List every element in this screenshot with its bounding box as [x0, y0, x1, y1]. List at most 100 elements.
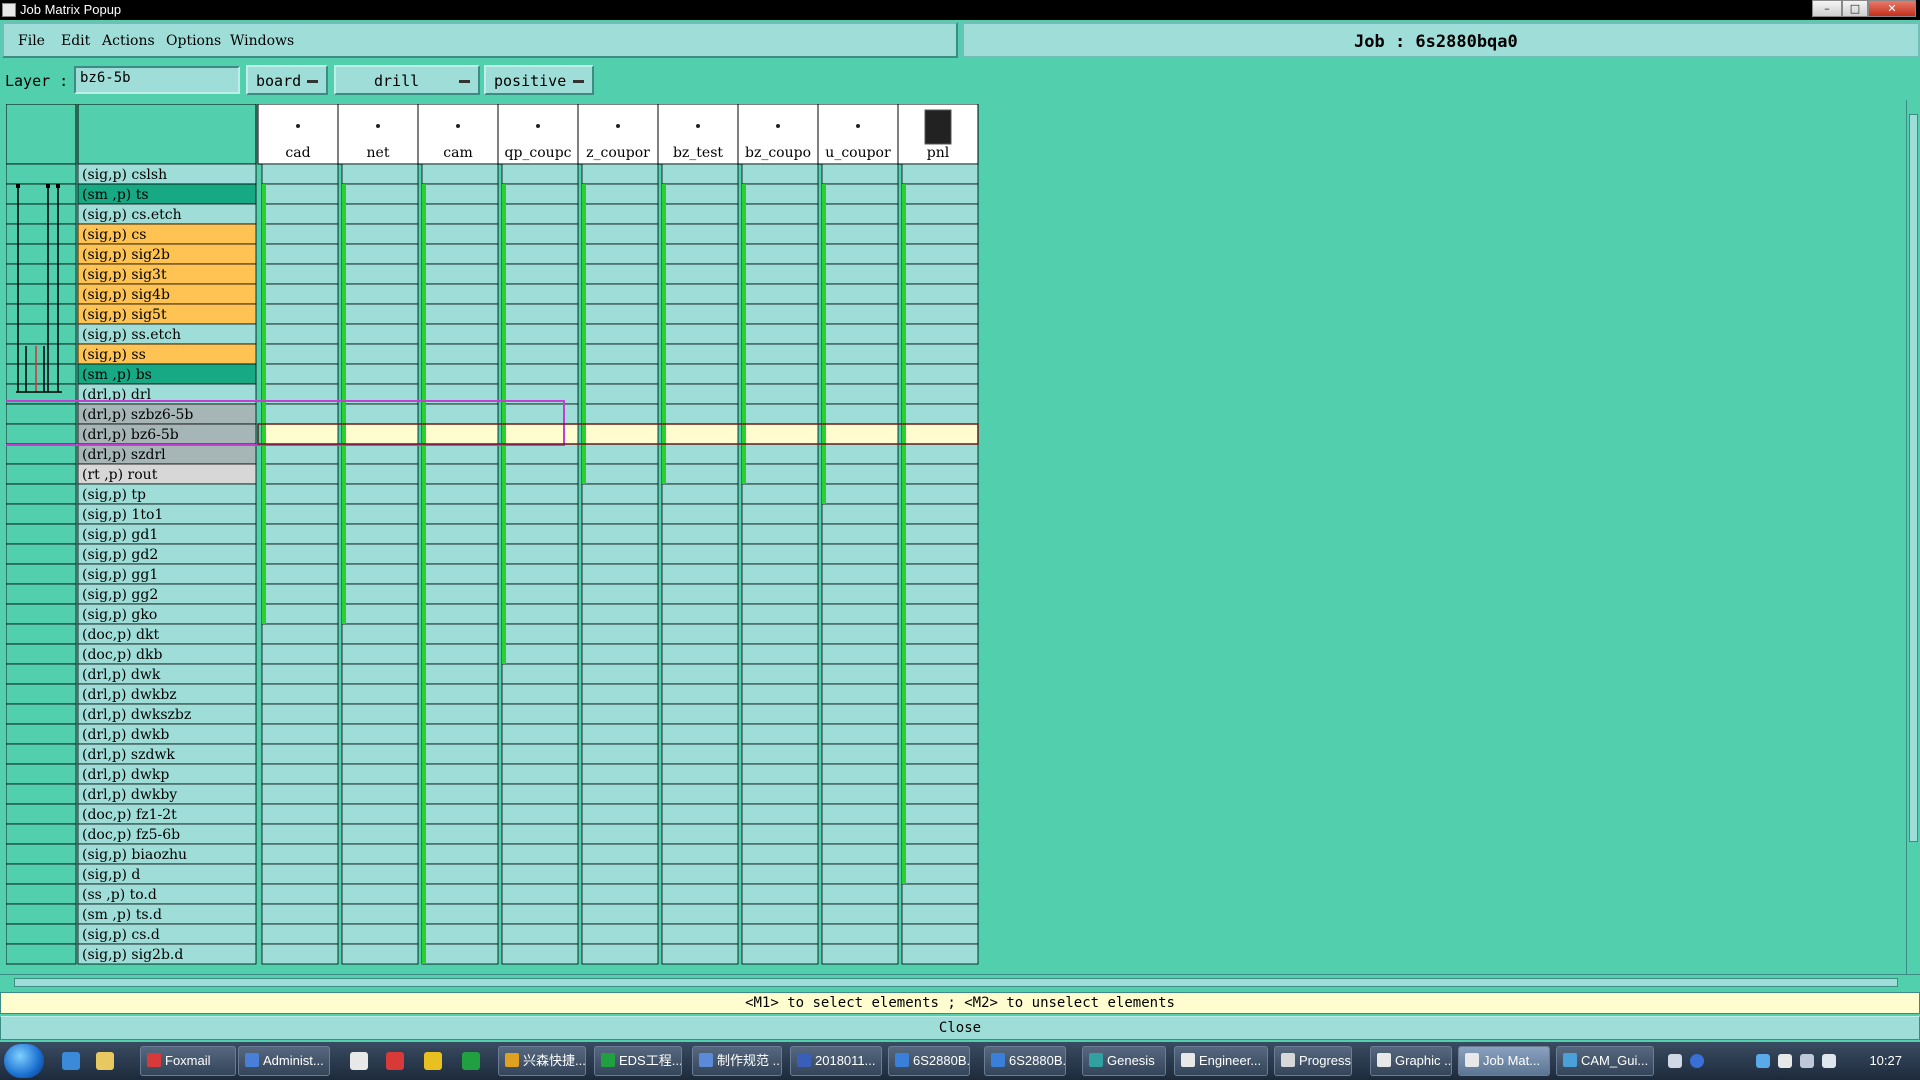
- matrix-cell[interactable]: [741, 763, 819, 785]
- matrix-cell[interactable]: [341, 363, 419, 385]
- matrix-cell[interactable]: [901, 563, 979, 585]
- matrix-cell[interactable]: [581, 523, 659, 545]
- matrix-cell[interactable]: [661, 443, 739, 465]
- matrix-cell[interactable]: [581, 783, 659, 805]
- matrix-cell[interactable]: [501, 223, 579, 245]
- scrollbar-thumb[interactable]: [1909, 114, 1918, 842]
- matrix-cell[interactable]: [901, 223, 979, 245]
- window-titlebar[interactable]: Job Matrix Popup – □ ✕: [0, 0, 1920, 20]
- matrix-cell[interactable]: [501, 363, 579, 385]
- matrix-cell[interactable]: [501, 343, 579, 365]
- matrix-cell[interactable]: [261, 543, 339, 565]
- minimize-button[interactable]: –: [1812, 0, 1842, 17]
- matrix-cell[interactable]: [741, 263, 819, 285]
- matrix-cell[interactable]: [581, 583, 659, 605]
- matrix-cell[interactable]: [421, 223, 499, 245]
- matrix-cell[interactable]: [741, 223, 819, 245]
- matrix-cell[interactable]: [501, 583, 579, 605]
- matrix-cell[interactable]: [341, 423, 419, 445]
- matrix-cell[interactable]: [741, 743, 819, 765]
- matrix-cell[interactable]: [661, 323, 739, 345]
- matrix-cell[interactable]: [821, 203, 899, 225]
- matrix-cell[interactable]: [901, 683, 979, 705]
- matrix-cell[interactable]: [901, 423, 979, 445]
- matrix-cell[interactable]: [341, 903, 419, 925]
- matrix-cell[interactable]: [341, 183, 419, 205]
- matrix-cell[interactable]: [901, 723, 979, 745]
- matrix-cell[interactable]: [741, 843, 819, 865]
- taskbar-item[interactable]: Foxmail: [140, 1046, 236, 1076]
- matrix-cell[interactable]: [821, 743, 899, 765]
- matrix-cell[interactable]: [581, 643, 659, 665]
- matrix-cell[interactable]: [421, 703, 499, 725]
- matrix-cell[interactable]: [261, 583, 339, 605]
- matrix-cell[interactable]: [741, 583, 819, 605]
- matrix-cell[interactable]: [581, 563, 659, 585]
- matrix-cell[interactable]: [261, 443, 339, 465]
- matrix-cell[interactable]: [261, 863, 339, 885]
- matrix-cell[interactable]: [421, 523, 499, 545]
- matrix-cell[interactable]: [421, 663, 499, 685]
- matrix-cell[interactable]: [581, 323, 659, 345]
- matrix-cell[interactable]: [901, 923, 979, 945]
- matrix-cell[interactable]: [261, 763, 339, 785]
- matrix-cell[interactable]: [421, 563, 499, 585]
- matrix-cell[interactable]: [821, 923, 899, 945]
- matrix-cell[interactable]: [421, 803, 499, 825]
- matrix-cell[interactable]: [741, 303, 819, 325]
- matrix-cell[interactable]: [661, 863, 739, 885]
- matrix-cell[interactable]: [821, 223, 899, 245]
- matrix-cell[interactable]: [501, 463, 579, 485]
- matrix-cell[interactable]: [901, 203, 979, 225]
- matrix-cell[interactable]: [581, 183, 659, 205]
- matrix-cell[interactable]: [661, 743, 739, 765]
- matrix-cell[interactable]: [341, 223, 419, 245]
- matrix-grid[interactable]: cad net cam qp_coupc z_coupor bz_test bz_coupo…: [6, 104, 1906, 970]
- matrix-cell[interactable]: [261, 823, 339, 845]
- matrix-cell[interactable]: [261, 883, 339, 905]
- matrix-cell[interactable]: [341, 723, 419, 745]
- matrix-cell[interactable]: [661, 243, 739, 265]
- matrix-cell[interactable]: [261, 243, 339, 265]
- matrix-cell[interactable]: [661, 203, 739, 225]
- matrix-cell[interactable]: [821, 183, 899, 205]
- matrix-cell[interactable]: [261, 183, 339, 205]
- matrix-cell[interactable]: [741, 823, 819, 845]
- matrix-cell[interactable]: [421, 483, 499, 505]
- matrix-cell[interactable]: [661, 563, 739, 585]
- taskbar-item[interactable]: Job Mat...: [1458, 1046, 1550, 1076]
- matrix-cell[interactable]: [741, 923, 819, 945]
- matrix-cell[interactable]: [341, 203, 419, 225]
- matrix-cell[interactable]: [821, 343, 899, 365]
- matrix-cell[interactable]: [581, 243, 659, 265]
- matrix-cell[interactable]: [421, 783, 499, 805]
- matrix-cell[interactable]: [261, 923, 339, 945]
- matrix-cell[interactable]: [341, 583, 419, 605]
- matrix-cell[interactable]: [661, 483, 739, 505]
- matrix-cell[interactable]: [501, 323, 579, 345]
- layer-polarity-menu[interactable]: positive: [484, 65, 594, 95]
- matrix-cell[interactable]: [501, 243, 579, 265]
- matrix-cell[interactable]: [901, 663, 979, 685]
- matrix-cell[interactable]: [661, 163, 739, 185]
- matrix-cell[interactable]: [661, 783, 739, 805]
- matrix-cell[interactable]: [261, 523, 339, 545]
- matrix-cell[interactable]: [261, 843, 339, 865]
- matrix-cell[interactable]: [421, 943, 499, 965]
- matrix-cell[interactable]: [661, 463, 739, 485]
- matrix-cell[interactable]: [901, 463, 979, 485]
- matrix-cell[interactable]: [421, 403, 499, 425]
- taskbar-item[interactable]: Administ...: [238, 1046, 330, 1076]
- taskbar-item[interactable]: 2018011...: [790, 1046, 882, 1076]
- matrix-cell[interactable]: [501, 543, 579, 565]
- matrix-cell[interactable]: [501, 503, 579, 525]
- matrix-cell[interactable]: [661, 283, 739, 305]
- matrix-cell[interactable]: [661, 603, 739, 625]
- matrix-cell[interactable]: [341, 923, 419, 945]
- taskbar-item[interactable]: Graphic ...: [1370, 1046, 1452, 1076]
- matrix-cell[interactable]: [341, 663, 419, 685]
- matrix-cell[interactable]: [741, 503, 819, 525]
- matrix-cell[interactable]: [341, 503, 419, 525]
- matrix-cell[interactable]: [261, 723, 339, 745]
- matrix-cell[interactable]: [661, 523, 739, 545]
